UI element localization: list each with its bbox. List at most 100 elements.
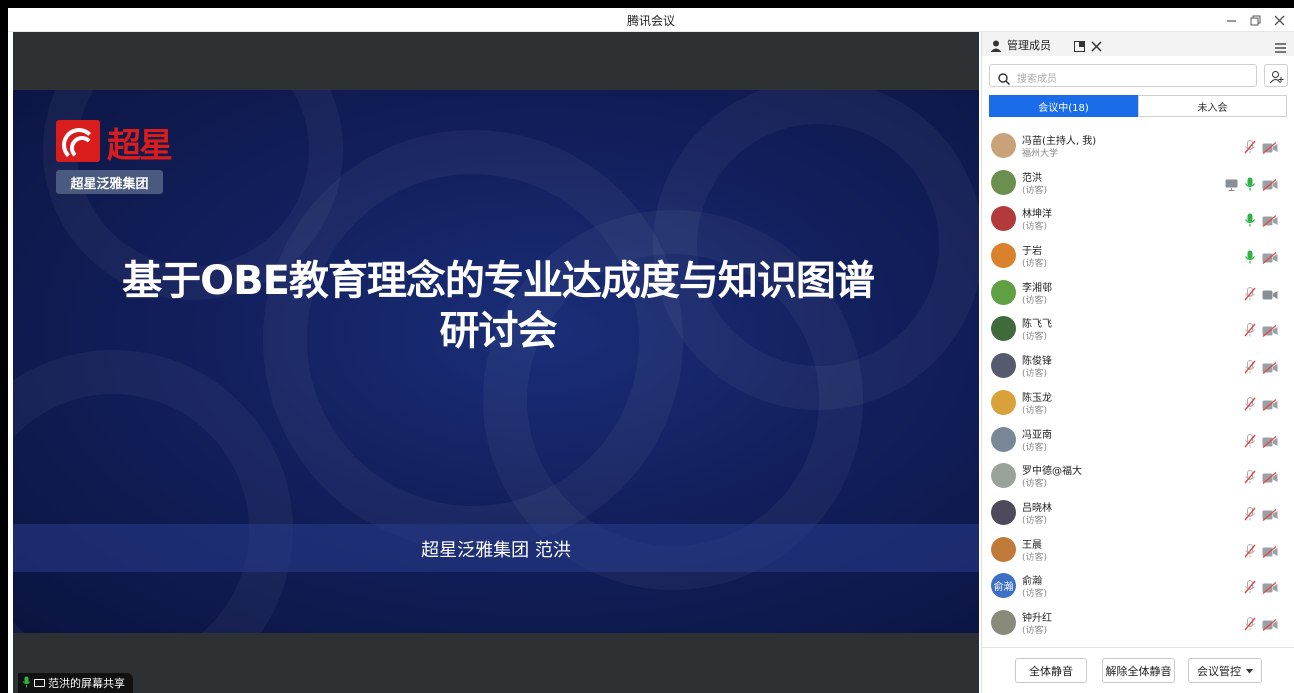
avatar bbox=[991, 279, 1016, 305]
mic-muted-icon[interactable] bbox=[1244, 286, 1258, 301]
member-role: (访客) bbox=[1022, 295, 1048, 306]
member-row[interactable]: 罗中德@福大 (访客) bbox=[982, 457, 1294, 494]
member-name: 钟升红 bbox=[1022, 612, 1052, 624]
avatar bbox=[991, 243, 1016, 269]
member-name: 陈飞飞 bbox=[1022, 319, 1052, 331]
mic-muted-icon[interactable] bbox=[1244, 579, 1258, 594]
member-name: 林坤洋 bbox=[1022, 209, 1052, 221]
camera-off-icon[interactable] bbox=[1262, 543, 1278, 558]
unmute-all-button[interactable]: 解除全体静音 bbox=[1102, 658, 1175, 683]
member-row[interactable]: 陈俊锋 (访客) bbox=[982, 347, 1294, 384]
member-row[interactable]: 李湘邨 (访客) bbox=[982, 274, 1294, 311]
screen-share-label: 范洪的屏幕共享 bbox=[48, 677, 125, 690]
menu-icon[interactable] bbox=[1275, 38, 1286, 57]
member-row[interactable]: 于岩 (访客) bbox=[982, 237, 1294, 274]
member-name: 吕晓林 bbox=[1022, 502, 1052, 514]
chevron-down-icon bbox=[1246, 664, 1253, 677]
avatar bbox=[991, 389, 1016, 415]
camera-off-icon[interactable] bbox=[1262, 433, 1278, 448]
avatar bbox=[991, 463, 1016, 489]
avatar bbox=[991, 169, 1016, 195]
member-role: (访客) bbox=[1022, 589, 1048, 600]
camera-off-icon[interactable] bbox=[1262, 176, 1278, 191]
mic-muted-icon[interactable] bbox=[1244, 359, 1258, 374]
mic-muted-icon[interactable] bbox=[1244, 139, 1258, 154]
camera-off-icon[interactable] bbox=[1262, 212, 1278, 228]
slide-title-line1: 基于OBE教育理念的专业达成度与知识图谱 bbox=[122, 258, 875, 304]
mic-icon bbox=[22, 676, 31, 691]
tab-in-meeting[interactable]: 会议中(18) bbox=[989, 95, 1138, 117]
camera-off-icon[interactable] bbox=[1262, 616, 1278, 631]
screen-share-icon bbox=[1225, 176, 1239, 191]
avatar bbox=[991, 316, 1016, 342]
member-role: (访客) bbox=[1022, 369, 1048, 380]
search-icon bbox=[998, 70, 1011, 89]
member-row[interactable]: 冯苗(主持人, 我) 福州大学 bbox=[982, 127, 1294, 164]
member-name: 俞瀚 bbox=[1022, 576, 1042, 588]
tab-not-joined[interactable]: 未入会 bbox=[1138, 95, 1287, 117]
camera-off-icon[interactable] bbox=[1262, 359, 1278, 375]
member-role: (访客) bbox=[1022, 625, 1048, 636]
camera-off-icon[interactable] bbox=[1262, 469, 1278, 485]
mic-on-icon[interactable] bbox=[1244, 249, 1258, 264]
member-row[interactable]: 吕晓林 (访客) bbox=[982, 494, 1294, 531]
avatar bbox=[991, 133, 1016, 158]
member-name: 王晨 bbox=[1022, 539, 1042, 551]
camera-off-icon[interactable] bbox=[1262, 139, 1278, 154]
mic-muted-icon[interactable] bbox=[1244, 506, 1258, 521]
mic-muted-icon[interactable] bbox=[1244, 469, 1258, 484]
member-row[interactable]: 林坤洋 (访客) bbox=[982, 200, 1294, 237]
member-row[interactable]: 陈玉龙 (访客) bbox=[982, 384, 1294, 421]
mic-muted-icon[interactable] bbox=[1244, 433, 1258, 447]
mute-all-button[interactable]: 全体静音 bbox=[1015, 658, 1087, 683]
camera-off-icon[interactable] bbox=[1262, 506, 1278, 521]
member-search-input[interactable]: 搜索成员 bbox=[989, 64, 1257, 87]
member-row[interactable]: 俞瀚 俞瀚 (访客) bbox=[982, 567, 1294, 604]
invite-member-button[interactable] bbox=[1264, 64, 1288, 87]
member-role: (访客) bbox=[1022, 259, 1048, 270]
member-row[interactable]: 范洪 (访客) bbox=[982, 164, 1294, 201]
chaoxing-logo-icon bbox=[56, 120, 100, 162]
close-panel-icon[interactable] bbox=[1091, 37, 1102, 56]
avatar bbox=[991, 536, 1016, 562]
panel-title: 管理成员 bbox=[1007, 39, 1051, 52]
mic-muted-icon[interactable] bbox=[1244, 396, 1258, 411]
member-role: (访客) bbox=[1022, 405, 1048, 416]
member-row[interactable]: 钟升红 (访客) bbox=[982, 604, 1294, 641]
camera-off-icon[interactable] bbox=[1262, 579, 1278, 595]
mic-muted-icon[interactable] bbox=[1244, 322, 1258, 337]
member-name: 陈玉龙 bbox=[1022, 392, 1052, 404]
meeting-control-button[interactable]: 会议管控 bbox=[1188, 658, 1262, 683]
restore-icon[interactable] bbox=[1244, 10, 1266, 30]
camera-off-icon[interactable] bbox=[1262, 322, 1278, 338]
member-role: (访客) bbox=[1022, 332, 1048, 343]
shared-screen-area[interactable]: 超星 超星泛雅集团 基于OBE教育理念的专业达成度与知识图谱 研讨会 超星泛雅集… bbox=[13, 32, 979, 693]
mic-muted-icon[interactable] bbox=[1244, 543, 1258, 558]
member-row[interactable]: 冯亚南 (访客) bbox=[982, 421, 1294, 458]
avatar bbox=[991, 206, 1016, 232]
mic-on-icon[interactable] bbox=[1244, 176, 1258, 191]
camera-off-icon[interactable] bbox=[1262, 396, 1278, 411]
bg-ring bbox=[653, 90, 979, 410]
member-name: 陈俊锋 bbox=[1022, 356, 1052, 368]
avatar bbox=[991, 609, 1016, 635]
screen-share-icon bbox=[34, 679, 45, 687]
camera-off-icon[interactable] bbox=[1262, 249, 1278, 265]
member-name: 于岩 bbox=[1022, 246, 1042, 258]
mic-muted-icon[interactable] bbox=[1244, 616, 1258, 631]
member-role: (访客) bbox=[1022, 185, 1048, 196]
panel-footer: 全体静音 解除全体静音 会议管控 bbox=[982, 647, 1294, 693]
meeting-control-label: 会议管控 bbox=[1197, 664, 1241, 678]
close-icon[interactable] bbox=[1268, 10, 1290, 30]
member-name: 罗中德@福大 bbox=[1022, 466, 1082, 478]
camera-on-icon[interactable] bbox=[1262, 286, 1278, 300]
slide-title: 基于OBE教育理念的专业达成度与知识图谱 研讨会 bbox=[53, 256, 943, 356]
popout-icon[interactable] bbox=[1074, 37, 1085, 56]
mic-on-icon[interactable] bbox=[1244, 212, 1258, 227]
members-icon bbox=[990, 37, 1002, 52]
member-name: 冯亚南 bbox=[1022, 429, 1052, 441]
member-row[interactable]: 王晨 (访客) bbox=[982, 531, 1294, 568]
avatar bbox=[991, 499, 1016, 525]
member-row[interactable]: 陈飞飞 (访客) bbox=[982, 310, 1294, 347]
minimize-icon[interactable] bbox=[1220, 10, 1242, 30]
